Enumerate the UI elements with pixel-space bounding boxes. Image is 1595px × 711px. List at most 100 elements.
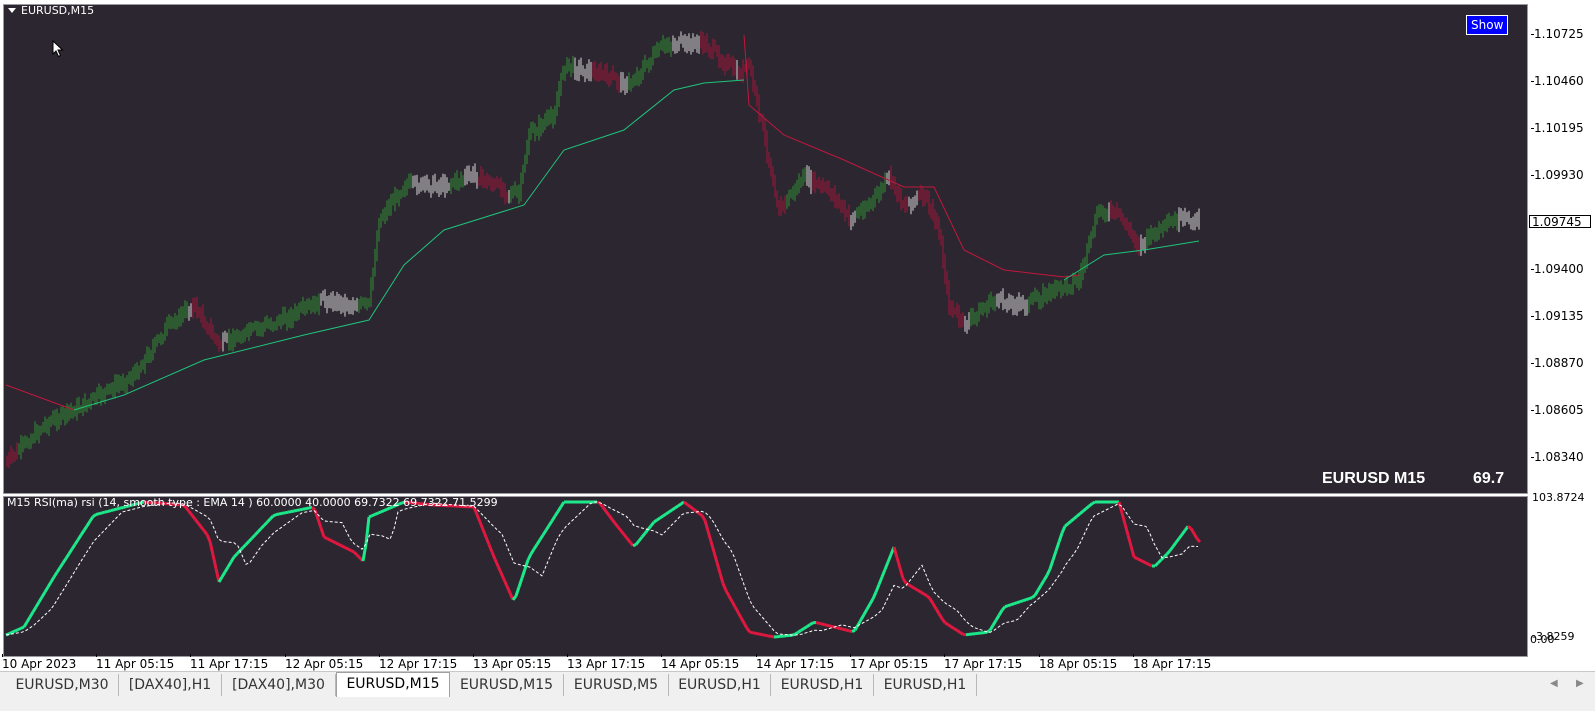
rsi-signal-line xyxy=(5,501,1199,636)
tab[interactable]: EURUSD,M5 xyxy=(564,674,669,696)
rsi-line-segment xyxy=(898,567,905,579)
rsi-line-segment xyxy=(1156,558,1163,565)
chart-title[interactable]: EURUSD,M15 xyxy=(8,4,94,17)
rsi-line-segment xyxy=(278,511,283,516)
tab[interactable]: EURUSD,M30 xyxy=(6,674,119,696)
rsi-line-segment xyxy=(496,565,503,574)
rsi-line-segment xyxy=(323,535,328,540)
symbol-label: EURUSD M15 xyxy=(1322,470,1426,487)
rsi-line-segment xyxy=(934,607,941,615)
rsi-line-segment xyxy=(550,515,557,522)
price-tick-label: 1.10460 xyxy=(1531,74,1584,88)
rsi-line-segment xyxy=(299,507,304,512)
rsi-line-segment xyxy=(350,549,355,554)
rsi-line-segment xyxy=(818,621,823,626)
rsi-line-segment xyxy=(235,549,242,555)
rsi-line-segment xyxy=(1082,507,1087,513)
rsi-line-segment xyxy=(1136,557,1141,562)
rsi-line-segment xyxy=(368,514,373,519)
rsi-line-segment xyxy=(1048,559,1055,570)
show-button[interactable]: Show xyxy=(1466,15,1509,35)
rsi-line-segment xyxy=(724,589,731,597)
rsi-line-segment xyxy=(79,529,86,536)
rsi-line-segment xyxy=(877,576,884,586)
rsi-line-segment xyxy=(815,621,820,625)
chevron-left-icon[interactable]: ◀ xyxy=(1550,678,1558,689)
rsi-line-segment xyxy=(28,611,35,618)
time-label: 18 Apr 05:15 xyxy=(1039,654,1118,671)
price-tick-label: 1.10195 xyxy=(1531,121,1584,135)
rsi-line-segment xyxy=(886,553,893,563)
rsi-line-segment xyxy=(683,500,688,506)
rsi-line-segment xyxy=(344,546,349,551)
rsi-line-segment xyxy=(698,512,703,517)
chevron-right-icon[interactable]: ▶ xyxy=(1576,678,1584,689)
moving-average-line xyxy=(73,79,745,411)
rsi-scale-bottom: -3.8259 xyxy=(1532,630,1575,643)
rsi-line-segment xyxy=(226,561,233,568)
rsi-line-segment xyxy=(67,548,74,555)
rsi-line-segment xyxy=(262,521,269,527)
rsi-line-segment xyxy=(712,551,719,563)
rsi-line-segment xyxy=(110,508,115,513)
rsi-line-segment xyxy=(8,630,13,636)
rsi-line-segment xyxy=(1162,552,1169,559)
main-chart-panel[interactable] xyxy=(3,4,1528,494)
triangle-down-icon[interactable] xyxy=(8,7,16,13)
rsi-line-segment xyxy=(25,616,32,623)
rsi-line-segment xyxy=(1192,532,1199,540)
rsi-line-segment xyxy=(287,510,292,514)
rsi-line-segment xyxy=(962,632,967,637)
rsi-line-segment xyxy=(332,540,337,545)
rsi-line-segment xyxy=(484,536,491,546)
time-label: 11 Apr 05:15 xyxy=(96,654,175,671)
rsi-line-segment xyxy=(821,622,826,627)
rsi-line-segment xyxy=(290,509,295,514)
rsi-line-segment xyxy=(238,546,245,552)
tab[interactable]: EURUSD,H1 xyxy=(669,674,771,696)
rsi-line-segment xyxy=(338,543,343,548)
rsi-scale[interactable]: 103.8724 0.00 -3.8259 xyxy=(1528,491,1595,657)
rsi-line-segment xyxy=(34,601,41,608)
time-label: 12 Apr 05:15 xyxy=(285,654,364,671)
rsi-line-segment xyxy=(475,513,482,523)
rsi-line-segment xyxy=(1070,517,1075,523)
price-tick-label: 1.08870 xyxy=(1531,356,1584,370)
moving-average-line xyxy=(1063,240,1200,281)
rsi-line-segment xyxy=(953,627,958,632)
rsi-line-segment xyxy=(848,629,853,633)
rsi-line-segment xyxy=(1033,589,1040,597)
rsi-line-segment xyxy=(43,586,50,593)
rsi-line-segment xyxy=(1180,529,1187,536)
rsi-line-segment xyxy=(800,627,805,632)
rsi-line-segment xyxy=(1025,597,1030,602)
rsi-line-segment xyxy=(1051,550,1058,561)
rsi-line-segment xyxy=(917,589,922,594)
rsi-line-segment xyxy=(613,522,620,528)
tab[interactable]: EURUSD,H1 xyxy=(874,674,977,696)
rsi-line-segment xyxy=(98,511,103,516)
rsi-line-segment xyxy=(538,534,545,541)
rsi-line-segment xyxy=(478,521,485,531)
time-label: 13 Apr 17:15 xyxy=(567,654,646,671)
rsi-line-segment xyxy=(911,585,916,590)
tab-active[interactable]: EURUSD,M15 xyxy=(336,672,450,698)
rsi-line-segment xyxy=(956,629,961,634)
tab[interactable]: EURUSD,H1 xyxy=(771,674,874,696)
tab[interactable]: EURUSD,M15 xyxy=(450,674,564,696)
tab[interactable]: [DAX40],M30 xyxy=(222,674,336,696)
price-scale[interactable]: 1.107251.104601.101951.099301.096651.094… xyxy=(1528,4,1595,494)
rsi-line-segment xyxy=(659,514,664,520)
rsi-line-segment xyxy=(794,631,799,636)
rsi-line-segment xyxy=(58,562,65,569)
rsi-line-segment xyxy=(1010,602,1015,607)
rsi-panel[interactable] xyxy=(3,496,1528,657)
tab[interactable]: [DAX40],H1 xyxy=(119,674,222,696)
time-axis[interactable]: 10 Apr 2023 11 Apr 05:15 11 Apr 17:15 12 Ap… xyxy=(0,654,1595,671)
rsi-line-segment xyxy=(319,527,326,538)
rsi-line-segment xyxy=(703,520,710,532)
rsi-line-segment xyxy=(377,510,382,515)
rsi-line-segment xyxy=(1060,525,1067,534)
rsi-line-segment xyxy=(931,602,938,610)
rsi-line-segment xyxy=(275,512,280,517)
